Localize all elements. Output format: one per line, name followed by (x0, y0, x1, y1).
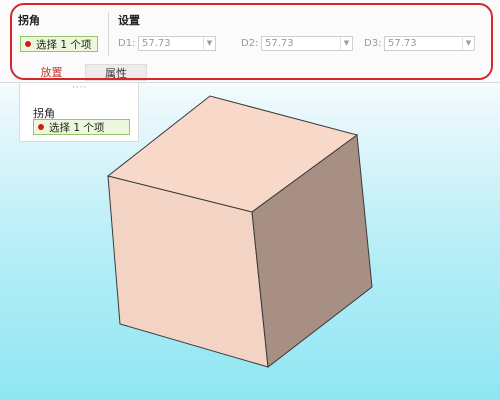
d1-label: D1: (118, 38, 136, 49)
d3-input[interactable]: 57.73 ▼ (384, 36, 475, 51)
d2-value: 57.73 (265, 38, 294, 49)
red-dot-icon (38, 124, 44, 130)
d1-value: 57.73 (142, 38, 171, 49)
graphics-viewport[interactable]: 拐角 选择 1 个项 设置 D1: 57.73 ▼ D2: 57.73 ▼ D3… (0, 0, 500, 400)
chevron-down-icon[interactable]: ▼ (340, 37, 352, 50)
settings-group-title: 设置 (118, 14, 140, 27)
corner-collector-text: 选择 1 个项 (36, 38, 92, 51)
panel-collector-text: 选择 1 个项 (49, 121, 105, 134)
tab-properties[interactable]: 属性 (85, 64, 147, 81)
red-dot-icon (25, 41, 31, 47)
corner-selection-collector[interactable]: 选择 1 个项 (20, 36, 98, 52)
chevron-down-icon[interactable]: ▼ (203, 37, 215, 50)
d3-label: D3: (364, 38, 382, 49)
d1-input[interactable]: 57.73 ▼ (138, 36, 216, 51)
d3-value: 57.73 (388, 38, 417, 49)
corner-group-title: 拐角 (18, 14, 40, 27)
corner-chamfer-dashboard: 拐角 选择 1 个项 设置 D1: 57.73 ▼ D2: 57.73 ▼ D3… (0, 0, 500, 83)
chevron-down-icon[interactable]: ▼ (462, 37, 474, 50)
panel-grip-handle[interactable]: ···· (72, 83, 87, 93)
d2-label: D2: (241, 38, 259, 49)
group-divider (108, 12, 109, 56)
tab-placement[interactable]: 放置 (18, 64, 85, 81)
placement-panel: ···· 拐角 选择 1 个项 (19, 82, 139, 142)
d2-input[interactable]: 57.73 ▼ (261, 36, 353, 51)
panel-corner-selection-collector[interactable]: 选择 1 个项 (33, 119, 130, 135)
